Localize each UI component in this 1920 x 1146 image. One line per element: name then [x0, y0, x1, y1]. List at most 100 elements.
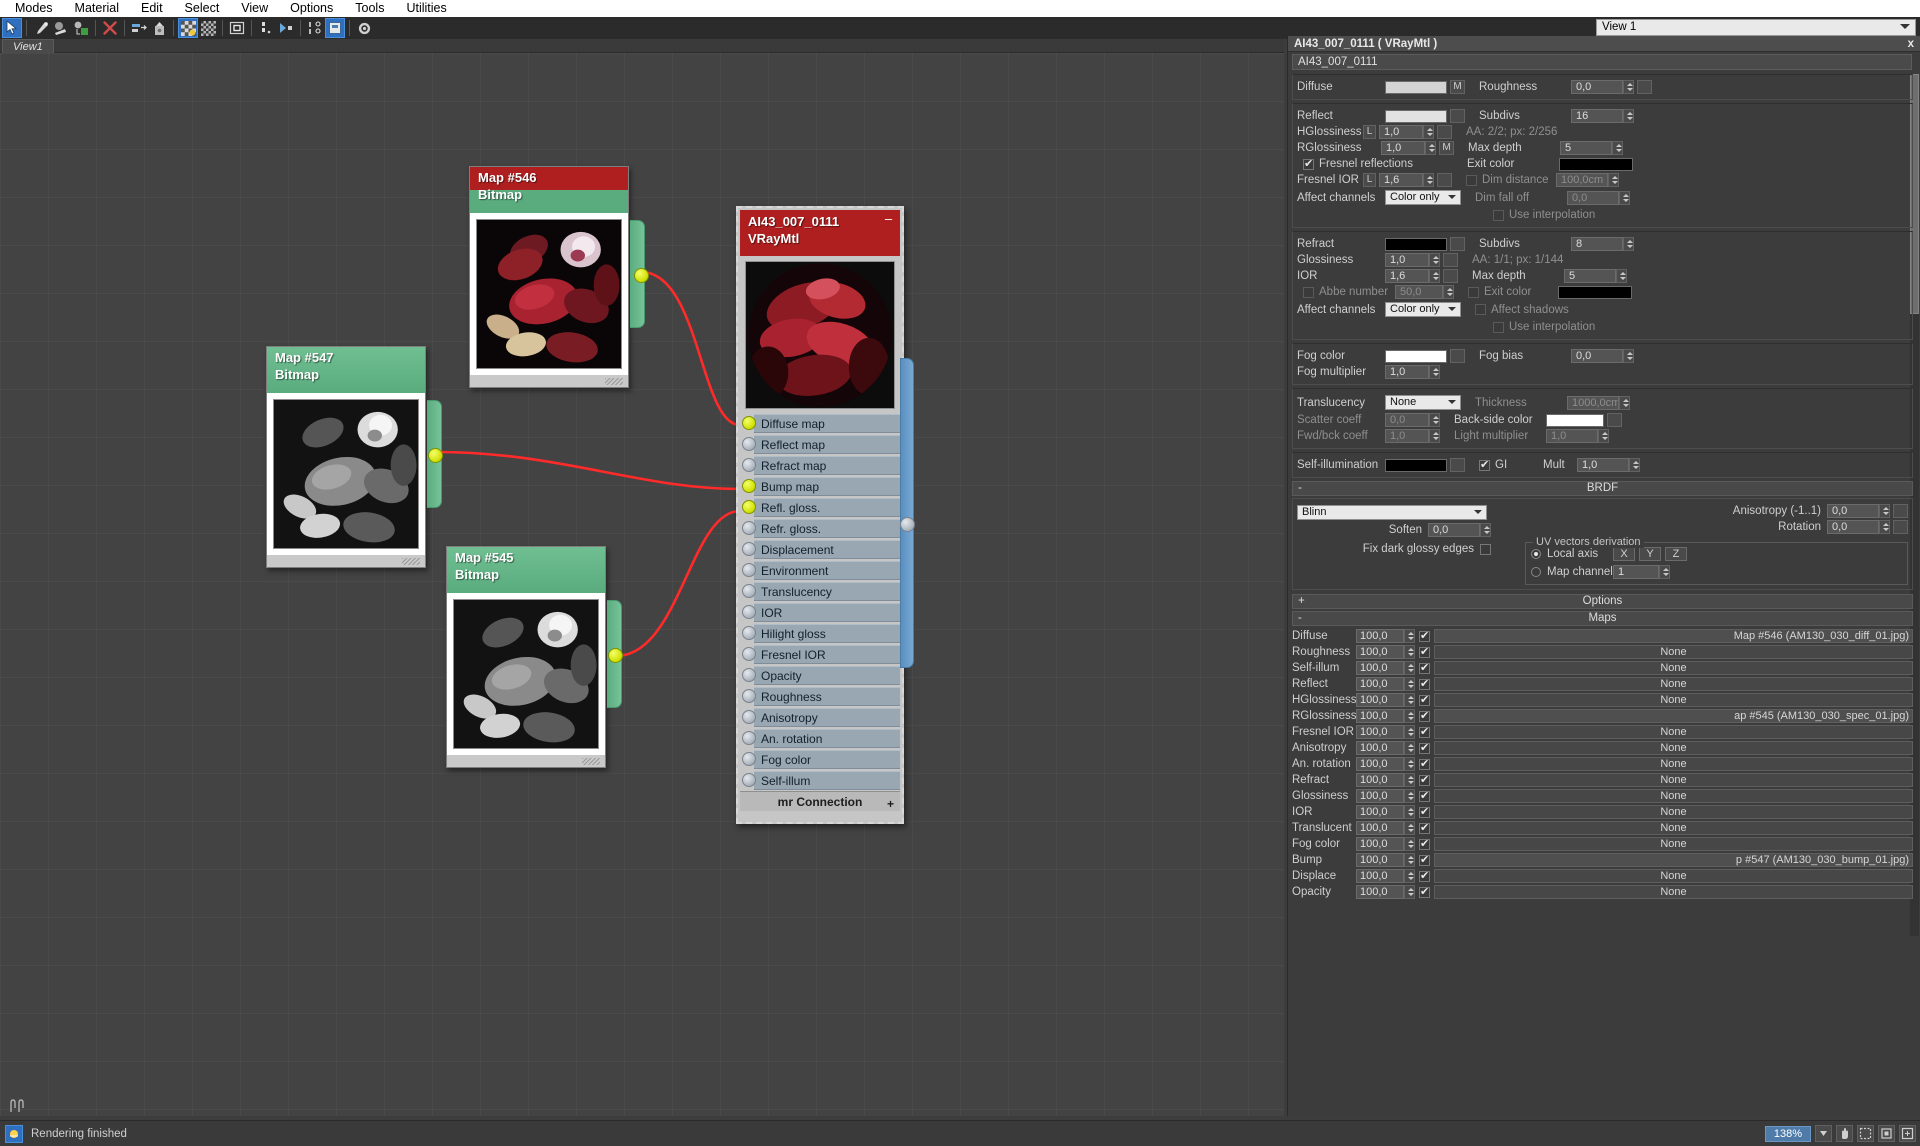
socket-pin[interactable] [742, 542, 756, 556]
socket-row-fresnel-ior[interactable]: Fresnel IOR [740, 644, 900, 665]
map-amount-input[interactable]: 100,0 [1356, 693, 1404, 707]
arrange-tool-button[interactable] [129, 18, 149, 38]
map-amount-input[interactable]: 100,0 [1356, 645, 1404, 659]
refract-subdivs-spinner[interactable] [1623, 237, 1634, 251]
map-amount-spinner[interactable] [1404, 661, 1415, 675]
material-id-tool-button[interactable] [325, 18, 345, 38]
material-output-bar[interactable] [900, 358, 914, 668]
refract-glossiness-input[interactable]: 1,0 [1385, 253, 1429, 267]
dim-falloff-input[interactable]: 0,0 [1567, 190, 1619, 205]
options-section-header[interactable]: + Options [1292, 594, 1913, 609]
map-slot-button[interactable]: None [1434, 805, 1913, 819]
abbe-number-spinner[interactable] [1443, 285, 1454, 299]
scatter-nodes-tool-button[interactable] [305, 18, 325, 38]
map-amount-input[interactable]: 100,0 [1356, 885, 1404, 899]
map-amount-spinner[interactable] [1404, 805, 1415, 819]
socket-pin[interactable] [742, 689, 756, 703]
map-amount-spinner[interactable] [1404, 837, 1415, 851]
resize-grip-icon[interactable] [582, 758, 600, 765]
menu-item-utilities[interactable]: Utilities [395, 0, 457, 17]
self-illum-mult-input[interactable]: 1,0 [1577, 458, 1629, 472]
fresnel-ior-lock-button[interactable]: L [1363, 173, 1376, 187]
socket-pin[interactable] [742, 479, 756, 493]
map-amount-spinner[interactable] [1404, 741, 1415, 755]
map-slot-button[interactable]: None [1434, 645, 1913, 659]
map-channel-spinner[interactable] [1659, 565, 1670, 579]
refract-exitcolor-swatch[interactable] [1558, 285, 1632, 299]
self-illumination-map-button[interactable] [1450, 458, 1465, 472]
local-axis-radio[interactable] [1531, 549, 1541, 559]
map-amount-spinner[interactable] [1404, 773, 1415, 787]
roughness-spinner[interactable] [1623, 80, 1634, 94]
fresnel-ior-map-button[interactable] [1437, 173, 1452, 187]
fog-multiplier-input[interactable]: 1,0 [1385, 365, 1429, 379]
map-amount-spinner[interactable] [1404, 629, 1415, 643]
view-selector-dropdown[interactable]: View 1 [1596, 19, 1916, 36]
fresnel-reflections-checkbox[interactable] [1303, 157, 1314, 170]
light-multiplier-input[interactable]: 1,0 [1546, 429, 1598, 443]
socket-pin[interactable] [742, 710, 756, 724]
map-enable-checkbox[interactable] [1419, 789, 1430, 802]
rotation-input[interactable]: 0,0 [1827, 520, 1879, 534]
brdf-model-dropdown[interactable]: Blinn [1297, 505, 1487, 520]
socket-pin[interactable] [742, 521, 756, 535]
lay-out-all-tool-button[interactable] [276, 18, 296, 38]
socket-row-roughness[interactable]: Roughness [740, 686, 900, 707]
map-enable-checkbox[interactable] [1419, 645, 1430, 658]
socket-pin[interactable] [742, 626, 756, 640]
map-amount-input[interactable]: 100,0 [1356, 805, 1404, 819]
bitmap-node-map547[interactable]: Map #547 Bitmap [266, 346, 443, 568]
map-slot-button[interactable]: None [1434, 821, 1913, 835]
scatter-coeff-input[interactable]: 0,0 [1385, 413, 1429, 427]
map-amount-spinner[interactable] [1404, 789, 1415, 803]
map-enable-checkbox[interactable] [1419, 661, 1430, 674]
map-slot-button[interactable]: None [1434, 789, 1913, 803]
back-side-color-swatch[interactable] [1546, 413, 1604, 427]
affect-shadows-checkbox[interactable] [1475, 304, 1486, 315]
map-channel-input[interactable]: 1 [1613, 565, 1659, 579]
socket-row-opacity[interactable]: Opacity [740, 665, 900, 686]
select-tool-button[interactable] [2, 18, 22, 38]
node-header[interactable]: Map #546 Bitmap [470, 167, 628, 213]
node-thumbnail-area[interactable] [470, 213, 628, 375]
socket-pin[interactable] [742, 647, 756, 661]
map-channel-radio[interactable] [1531, 567, 1541, 577]
map-slot-button[interactable]: None [1434, 725, 1913, 739]
fresnel-ior-input[interactable]: 1,6 [1379, 173, 1423, 187]
show-in-viewport-tool-button[interactable] [71, 18, 91, 38]
map-enable-checkbox[interactable] [1419, 709, 1430, 722]
socket-pin[interactable] [742, 437, 756, 451]
zoom-level-display[interactable]: 138% [1765, 1125, 1811, 1142]
map-enable-checkbox[interactable] [1419, 757, 1430, 770]
socket-row-fog-color[interactable]: Fog color [740, 749, 900, 770]
refract-subdivs-input[interactable]: 8 [1571, 237, 1623, 251]
node-thumbnail-area[interactable] [447, 593, 605, 755]
expand-icon[interactable]: + [887, 794, 894, 814]
refract-ior-spinner[interactable] [1429, 269, 1440, 283]
reflect-subdivs-spinner[interactable] [1623, 109, 1634, 123]
map-amount-spinner[interactable] [1404, 677, 1415, 691]
reflect-maxdepth-input[interactable]: 5 [1560, 141, 1612, 155]
map-amount-spinner[interactable] [1404, 869, 1415, 883]
hglossiness-input[interactable]: 1,0 [1379, 125, 1423, 139]
map-slot-button[interactable]: None [1434, 773, 1913, 787]
map-slot-button[interactable]: None [1434, 869, 1913, 883]
fix-dark-glossy-edges-checkbox[interactable] [1480, 543, 1491, 555]
socket-row-bump-map[interactable]: Bump map [740, 476, 900, 497]
socket-row-hilight-gloss[interactable]: Hilight gloss [740, 623, 900, 644]
map-amount-spinner[interactable] [1404, 757, 1415, 771]
diffuse-color-swatch[interactable] [1385, 80, 1447, 94]
delete-tool-button[interactable] [100, 18, 120, 38]
map-amount-input[interactable]: 100,0 [1356, 821, 1404, 835]
refract-exitcolor-checkbox[interactable] [1468, 286, 1479, 298]
socket-pin[interactable] [742, 458, 756, 472]
socket-pin[interactable] [742, 605, 756, 619]
map-slot-button[interactable]: None [1434, 837, 1913, 851]
render-icon[interactable] [5, 1124, 23, 1143]
node-graph-canvas[interactable]: Map #546 Bitmap Map #547 Bitmap Map #545… [0, 53, 1284, 1116]
rotation-map-button[interactable] [1893, 520, 1908, 534]
map-amount-input[interactable]: 100,0 [1356, 709, 1404, 723]
socket-pin[interactable] [742, 752, 756, 766]
anisotropy-input[interactable]: 0,0 [1827, 504, 1879, 518]
material-node-vraymtl[interactable]: AI43_007_0111 VRayMtl – Diffuse map Refl… [736, 206, 915, 824]
